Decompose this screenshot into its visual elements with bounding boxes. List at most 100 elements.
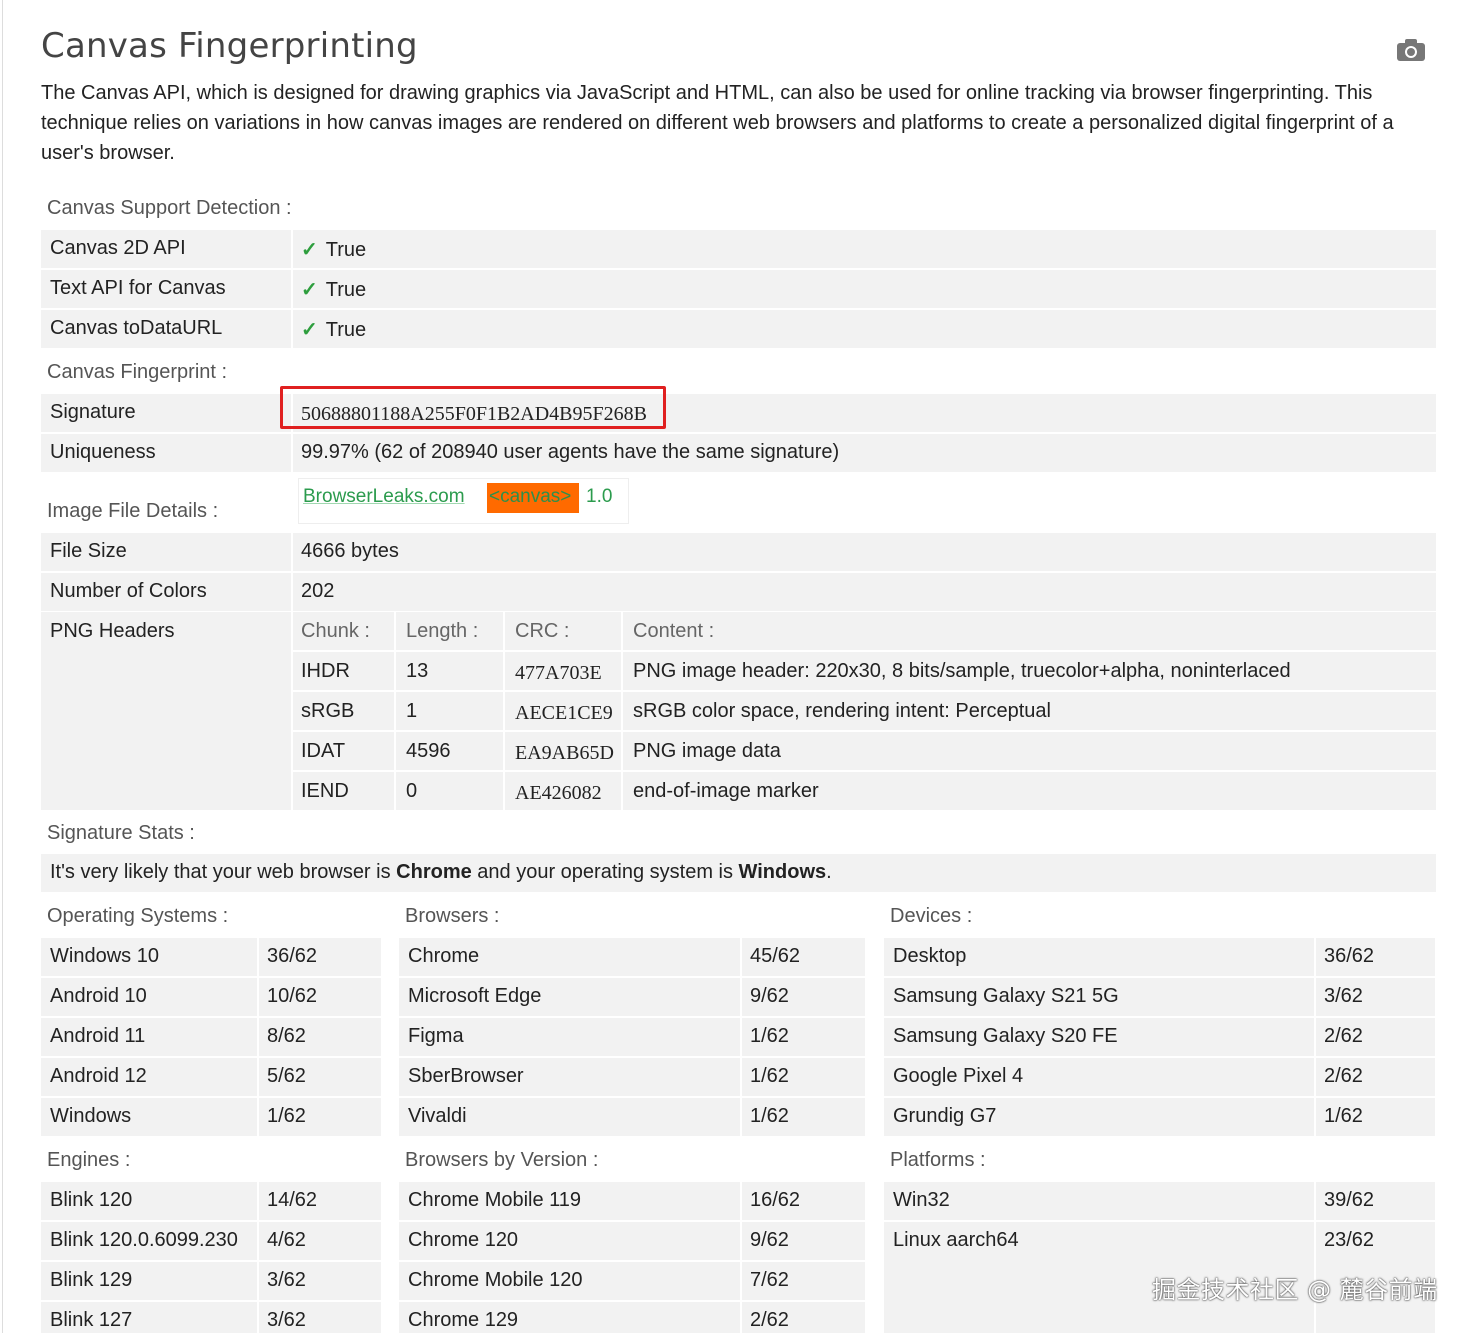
divider — [291, 230, 293, 268]
support-key: Text API for Canvas — [50, 277, 226, 299]
stats-row: SberBrowser 1/62 — [399, 1058, 865, 1096]
divider — [884, 976, 1435, 978]
stats-os: Windows — [738, 861, 827, 883]
stats-row: Android 12 5/62 — [41, 1058, 381, 1096]
stats-row-name: Figma — [408, 1025, 464, 1047]
png-cell: 477A703E — [515, 662, 602, 684]
stats-row: Chrome 120 9/62 — [399, 1222, 865, 1260]
signature-highlight-box — [280, 386, 666, 429]
stats-row-name: Windows 10 — [50, 945, 159, 967]
divider — [884, 1220, 1435, 1222]
left-border — [2, 0, 3, 1333]
stats-row-count: 7/62 — [750, 1269, 789, 1291]
stats-row: Samsung Galaxy S21 5G 3/62 — [884, 978, 1435, 1016]
stats-row-name: Samsung Galaxy S21 5G — [893, 985, 1119, 1007]
stats-row: Win32 39/62 — [884, 1182, 1435, 1220]
stats-row-name: Blink 127 — [50, 1309, 133, 1331]
divider — [399, 1260, 865, 1262]
stats-row-count: 4/62 — [267, 1229, 306, 1251]
divider — [293, 690, 1436, 692]
uniqueness-label: Uniqueness — [50, 441, 156, 463]
divider — [41, 1096, 381, 1098]
file-size-row: File Size 4666 bytes — [41, 533, 1436, 571]
divider — [41, 1016, 381, 1018]
stats-row: Android 11 8/62 — [41, 1018, 381, 1056]
support-row: Canvas toDataURL ✓ True — [41, 310, 1436, 348]
os-table: Windows 10 36/62 Android 10 10/62 Android 11… — [41, 938, 381, 1136]
stats-row-name: Vivaldi — [408, 1105, 467, 1127]
divider — [621, 612, 623, 810]
uniqueness-row: Uniqueness 99.97% (62 of 208940 user age… — [41, 434, 1436, 472]
stats-row: Chrome Mobile 119 16/62 — [399, 1182, 865, 1220]
png-headers-label: PNG Headers — [50, 620, 175, 642]
stats-row-count: 5/62 — [267, 1065, 306, 1087]
stats-row: Samsung Galaxy S20 FE 2/62 — [884, 1018, 1435, 1056]
png-header-chunk: Chunk : — [301, 620, 370, 642]
stats-row: Blink 120 14/62 — [41, 1182, 381, 1220]
stats-row-count: 1/62 — [750, 1105, 789, 1127]
stats-text: . — [826, 861, 832, 883]
stats-row-name: Android 10 — [50, 985, 147, 1007]
png-cell: 4596 — [406, 740, 451, 762]
stats-row-name: Samsung Galaxy S20 FE — [893, 1025, 1118, 1047]
png-cell: PNG image data — [633, 740, 781, 762]
colors-row: Number of Colors 202 — [41, 573, 1436, 611]
stats-row-count: 9/62 — [750, 985, 789, 1007]
stats-row: Figma 1/62 — [399, 1018, 865, 1056]
stats-row-count: 2/62 — [750, 1309, 789, 1331]
stats-row-count: 1/62 — [750, 1065, 789, 1087]
stats-row: Android 10 10/62 — [41, 978, 381, 1016]
check-icon: ✓ — [301, 279, 318, 301]
page: Canvas Fingerprinting The Canvas API, wh… — [0, 0, 1471, 1333]
png-header-length: Length : — [406, 620, 479, 642]
stats-row-count: 2/62 — [1324, 1065, 1363, 1087]
support-value: ✓ True — [301, 317, 366, 342]
support-heading: Canvas Support Detection : — [47, 197, 292, 219]
devices-heading: Devices : — [890, 905, 973, 927]
png-cell: AECE1CE9 — [515, 702, 613, 724]
signature-row: Signature 50688801188A255F0F1B2AD4B95F26… — [41, 394, 1436, 432]
support-row: Canvas 2D API ✓ True — [41, 230, 1436, 268]
colors-value: 202 — [301, 580, 335, 602]
stats-row: Microsoft Edge 9/62 — [399, 978, 865, 1016]
divider — [293, 770, 1436, 772]
stats-row: Desktop 36/62 — [884, 938, 1435, 976]
divider — [399, 1096, 865, 1098]
file-size-label: File Size — [50, 540, 127, 562]
stats-row: Linux aarch64 23/62 — [884, 1222, 1435, 1260]
uniqueness-value: 99.97% (62 of 208940 user agents have th… — [301, 441, 840, 463]
stats-row-name: SberBrowser — [408, 1065, 524, 1087]
png-cell: IEND — [301, 780, 349, 802]
divider — [884, 1016, 1435, 1018]
support-value: ✓ True — [301, 277, 366, 302]
stats-row-count: 9/62 — [750, 1229, 789, 1251]
image-heading: Image File Details : — [47, 500, 219, 522]
stats-row-name: Win32 — [893, 1189, 950, 1211]
devices-table: Desktop 36/62 Samsung Galaxy S21 5G 3/62 Sam… — [884, 938, 1435, 1136]
canvas-image-preview: BrowserLeaks.com <canvas> 1.0 — [298, 478, 629, 524]
divider — [291, 612, 293, 810]
camera-icon[interactable] — [1396, 38, 1426, 62]
stats-row: Blink 129 3/62 — [41, 1262, 381, 1300]
stats-row-count: 14/62 — [267, 1189, 318, 1211]
png-cell: AE426082 — [515, 782, 602, 804]
divider — [399, 1220, 865, 1222]
support-value-text: True — [325, 319, 367, 341]
stats-row-count: 39/62 — [1324, 1189, 1375, 1211]
divider — [399, 1056, 865, 1058]
stats-row-name: Windows — [50, 1105, 132, 1127]
engines-table: Blink 120 14/62 Blink 120.0.6099.230 4/62 Bl… — [41, 1182, 381, 1333]
support-key: Canvas toDataURL — [50, 317, 223, 339]
stats-row-count: 10/62 — [267, 985, 318, 1007]
support-key: Canvas 2D API — [50, 237, 186, 259]
divider — [291, 533, 293, 571]
banner-version-text: 1.0 — [586, 486, 613, 507]
stats-row: Vivaldi 1/62 — [399, 1098, 865, 1136]
png-header-crc: CRC : — [515, 620, 570, 642]
stats-row-count: 45/62 — [750, 945, 801, 967]
file-size-value: 4666 bytes — [301, 540, 399, 562]
stats-row-name: Blink 129 — [50, 1269, 133, 1291]
divider — [884, 1056, 1435, 1058]
stats-row-name: Grundig G7 — [893, 1105, 997, 1127]
check-icon: ✓ — [301, 239, 318, 261]
